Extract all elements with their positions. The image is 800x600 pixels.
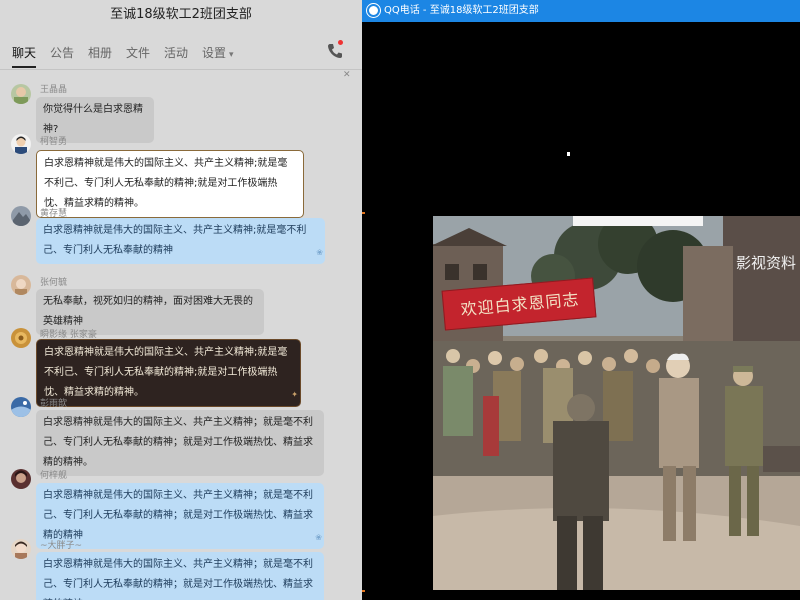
- avatar[interactable]: [11, 134, 31, 154]
- call-titlebar[interactable]: QQ电话 - 至诚18级软工2班团支部: [362, 0, 800, 22]
- window-edge-accent: [362, 212, 365, 214]
- qq-logo-icon: [366, 3, 381, 18]
- tab-settings[interactable]: 设置 ▾: [202, 44, 234, 61]
- avatar[interactable]: [11, 84, 31, 104]
- sender-name: 彭雨歆: [40, 399, 68, 409]
- group-chat-window: 至诚18级软工2班团支部 聊天 公告 相册 文件 活动 设置 ▾ ✕ 王晶晶 你觉…: [0, 0, 362, 600]
- bubble-decoration-icon: ❀: [316, 248, 323, 257]
- avatar[interactable]: [11, 206, 31, 226]
- active-tab-indicator: [12, 66, 36, 68]
- bubble-decoration-icon: ✦: [291, 390, 298, 399]
- message-bubble[interactable]: 白求恩精神就是伟大的国际主义、共产主义精神;就是毫不利己、专门利人无私奉献的精神…: [36, 218, 325, 264]
- chevron-down-icon: ▾: [229, 50, 234, 60]
- sender-name: 王晶晶: [40, 85, 68, 95]
- message-text: 白求恩精神就是伟大的国际主义、共产主义精神；就是毫不利己、专门利人无私奉献的精神…: [43, 559, 313, 600]
- tab-announcement[interactable]: 公告: [50, 44, 74, 61]
- tab-activities[interactable]: 活动: [164, 44, 188, 61]
- chat-title: 至诚18级软工2班团支部: [0, 0, 362, 30]
- video-watermark: 影视资料: [736, 254, 797, 272]
- video-player-info-bar: [573, 216, 703, 226]
- message-bubble[interactable]: 白求恩精神就是伟大的国际主义、共产主义精神；就是毫不利己、专门利人无私奉献的精神…: [36, 552, 324, 600]
- shared-video-frame[interactable]: 欢迎白求恩同志 影视资料: [433, 216, 800, 590]
- cursor-indicator: [567, 152, 570, 156]
- message-bubble[interactable]: 白求恩精神就是伟大的国际主义、共产主义精神；就是毫不利己、专门利人无私奉献的精神…: [36, 410, 324, 476]
- message-text: 白求恩精神就是伟大的国际主义、共产主义精神;就是毫不利己、专门利人无私奉献的精神…: [44, 347, 288, 398]
- sender-name: ~大胖子~: [40, 541, 83, 551]
- avatar[interactable]: [11, 539, 31, 559]
- notification-dot: [338, 40, 343, 45]
- sender-name: 张何毓: [40, 278, 68, 288]
- tab-settings-label: 设置: [202, 46, 227, 60]
- tab-album[interactable]: 相册: [88, 44, 112, 61]
- message-list[interactable]: 王晶晶 你觉得什么是白求恩精神? 柯智勇 白求恩精神就是伟大的国际主义、共产主义…: [0, 70, 362, 600]
- call-title: QQ电话 - 至诚18级软工2班团支部: [384, 5, 539, 16]
- avatar[interactable]: [11, 469, 31, 489]
- tab-files[interactable]: 文件: [126, 44, 150, 61]
- message-bubble[interactable]: 白求恩精神就是伟大的国际主义、共产主义精神;就是毫不利己、专门利人无私奉献的精神…: [36, 150, 304, 218]
- avatar[interactable]: [11, 275, 31, 295]
- message-text: 白求恩精神就是伟大的国际主义、共产主义精神；就是毫不利己、专门利人无私奉献的精神…: [43, 490, 313, 541]
- sender-name: 何梓舰: [40, 471, 68, 481]
- message-text: 白求恩精神就是伟大的国际主义、共产主义精神;就是毫不利己、专门利人无私奉献的精神: [43, 225, 307, 256]
- chat-tab-bar: 聊天 公告 相册 文件 活动 设置 ▾: [0, 36, 362, 70]
- avatar[interactable]: [11, 328, 31, 348]
- tab-chat[interactable]: 聊天: [12, 44, 36, 61]
- sender-name: 柯智勇: [40, 137, 68, 147]
- message-bubble[interactable]: 白求恩精神就是伟大的国际主义、共产主义精神;就是毫不利己、专门利人无私奉献的精神…: [36, 339, 301, 407]
- window-edge-accent: [362, 590, 365, 592]
- avatar[interactable]: [11, 397, 31, 417]
- bubble-decoration-icon: ❀: [315, 533, 322, 542]
